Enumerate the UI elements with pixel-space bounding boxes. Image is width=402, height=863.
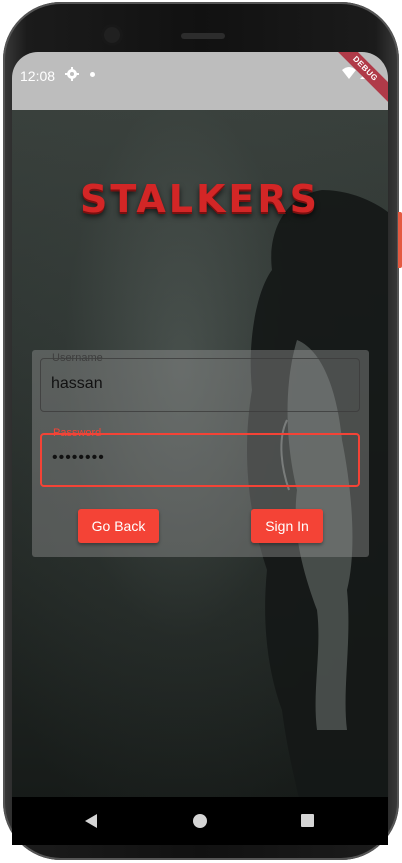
back-triangle-icon[interactable]	[84, 813, 98, 829]
sign-in-button[interactable]: Sign In	[251, 509, 323, 543]
front-camera	[104, 27, 120, 43]
notification-dot-icon	[90, 72, 95, 77]
screen: STALKERS 12:08 DEBUG Username hassan Pas…	[12, 52, 388, 845]
home-circle-icon[interactable]	[193, 814, 207, 828]
status-bar: 12:08 DEBUG	[12, 52, 388, 110]
settings-gear-icon	[65, 67, 79, 81]
login-card: Username hassan Password •••••••• Go Bac…	[32, 350, 369, 557]
password-field[interactable]: Password ••••••••	[40, 427, 360, 487]
power-button	[398, 212, 402, 268]
device-frame: STALKERS 12:08 DEBUG Username hassan Pas…	[0, 0, 402, 863]
username-label: Username	[52, 352, 103, 364]
username-value[interactable]: hassan	[51, 375, 103, 393]
recents-square-icon[interactable]	[301, 814, 314, 827]
earpiece-speaker	[181, 33, 225, 39]
password-value[interactable]: ••••••••	[52, 449, 105, 467]
app-logo: STALKERS	[80, 177, 320, 221]
password-label: Password	[53, 427, 102, 439]
navigation-bar	[12, 797, 388, 845]
username-field[interactable]: Username hassan	[40, 352, 360, 412]
status-time: 12:08	[20, 68, 56, 84]
go-back-button[interactable]: Go Back	[78, 509, 159, 543]
